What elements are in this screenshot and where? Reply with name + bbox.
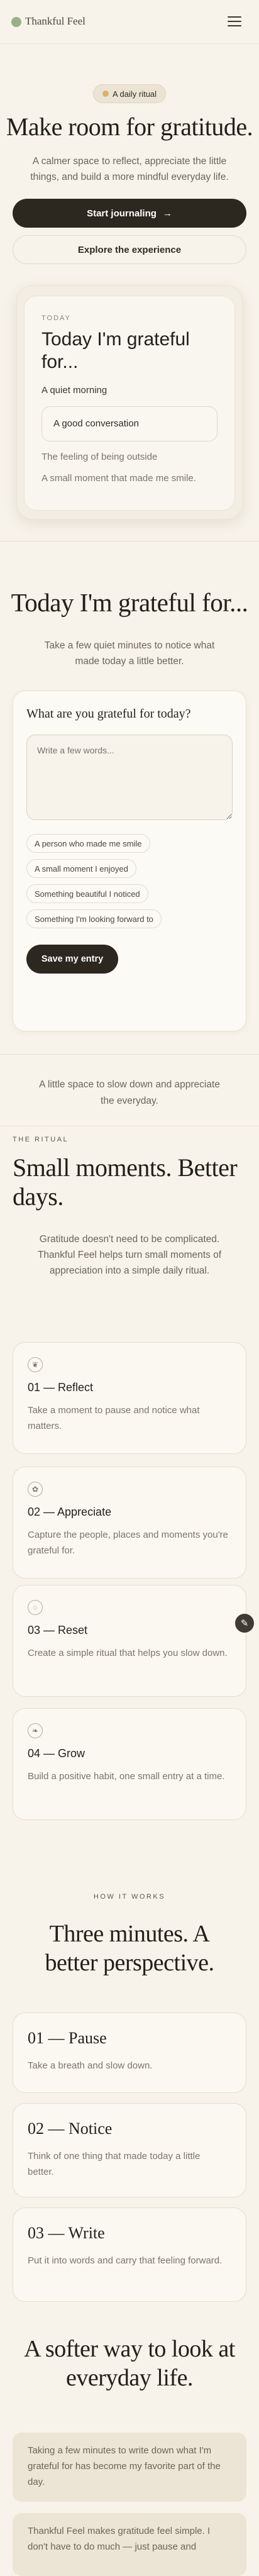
ritual-card-reset xyxy=(13,1585,246,1697)
how-eyebrow: HOW IT WORKS xyxy=(93,1893,166,1901)
start-journaling-label: Start journaling xyxy=(87,208,157,219)
start-journaling-button[interactable]: Start journaling → xyxy=(13,199,246,228)
daily-ritual-badge: A daily ritual xyxy=(93,84,166,103)
step-desc: Put it into words and carry that feeling… xyxy=(28,2255,223,2266)
ritual-card-desc: Capture the people, places and moments y… xyxy=(28,1530,228,1556)
explore-experience-button[interactable]: Explore the experience xyxy=(13,235,246,264)
ritual-title: Small moments. Better days. xyxy=(13,1153,238,1211)
step-desc: Think of one thing that made today a lit… xyxy=(28,2151,201,2177)
arrow-right-icon: → xyxy=(162,208,172,219)
logo-mark-icon xyxy=(11,17,21,27)
save-entry-button[interactable]: Save my entry xyxy=(26,945,118,974)
testimonial-quote: Thankful Feel makes gratitude feel simpl… xyxy=(13,2513,246,2576)
step-title: 02 — Notice xyxy=(28,2119,113,2138)
journal-question: What are you grateful for today? xyxy=(26,707,191,721)
ritual-card-reflect xyxy=(13,1342,246,1454)
leaf-grow-icon: ❧ xyxy=(28,1723,43,1738)
ritual-card-desc: Take a moment to pause and notice what m… xyxy=(28,1405,200,1431)
ritual-card-appreciate xyxy=(13,1467,246,1579)
preview-prompt-2: A good conversation xyxy=(41,406,218,441)
gratitude-textarea[interactable] xyxy=(26,735,233,820)
prompt-chip-person[interactable]: A person who made me smile xyxy=(26,834,150,853)
testimonial-quote: Taking a few minutes to write down what … xyxy=(13,2433,246,2502)
prompt-chip-beautiful[interactable]: Something beautiful I noticed xyxy=(26,884,148,903)
section-divider xyxy=(0,1054,259,1055)
hero-subtitle: A calmer space to reflect, appreciate th… xyxy=(30,156,229,182)
ritual-card-title: 04 — Grow xyxy=(28,1747,85,1760)
ritual-card-grow xyxy=(13,1708,246,1820)
hamburger-menu-icon[interactable] xyxy=(228,16,241,28)
badge-label: A daily ritual xyxy=(112,89,157,99)
ritual-subtitle: Gratitude doesn't need to be complicated… xyxy=(37,1234,222,1276)
step-desc: Take a breath and slow down. xyxy=(28,2060,153,2071)
edit-icon[interactable]: ✎ xyxy=(235,1614,254,1633)
slow-down-text: A little space to slow down and apprecia… xyxy=(39,1079,220,1106)
ritual-card-desc: Create a simple ritual that helps you sl… xyxy=(28,1648,228,1658)
sprout-icon: ✿ xyxy=(28,1482,43,1497)
ritual-card-desc: Build a positive habit, one small entry … xyxy=(28,1771,225,1782)
journal-title: Today I'm grateful for... xyxy=(11,588,248,617)
preview-prompt-1: A quiet morning xyxy=(41,385,107,396)
sun-dot-icon xyxy=(102,91,109,97)
preview-title: Today I'm grateful for... xyxy=(41,329,190,372)
prompt-chip-forward[interactable]: Something I'm looking forward to xyxy=(26,909,162,928)
circle-icon: ◌ xyxy=(28,1600,43,1615)
step-card-pause xyxy=(13,2012,246,2093)
ritual-eyebrow: THE RITUAL xyxy=(13,1136,69,1143)
ritual-card-title: 03 — Reset xyxy=(28,1624,88,1636)
logo-text[interactable]: Thankful Feel xyxy=(25,15,85,28)
preview-prompt-4: A small moment that made me smile. xyxy=(41,473,196,484)
testimonials-title: A softer way to look at everyday life. xyxy=(24,2336,235,2391)
preview-eyebrow: TODAY xyxy=(41,314,71,322)
step-title: 01 — Pause xyxy=(28,2029,107,2047)
prompt-chip-moment[interactable]: A small moment I enjoyed xyxy=(26,859,136,878)
step-title: 03 — Write xyxy=(28,2224,105,2242)
ritual-card-title: 02 — Appreciate xyxy=(28,1506,112,1518)
leaf-icon: ❦ xyxy=(28,1357,43,1372)
ritual-card-title: 01 — Reflect xyxy=(28,1381,94,1394)
preview-prompt-3: The feeling of being outside xyxy=(41,452,158,462)
how-title: Three minutes. A better perspective. xyxy=(45,1921,214,1976)
hero-title: Make room for gratitude. xyxy=(6,113,253,141)
journal-subtitle: Take a few quiet minutes to notice what … xyxy=(44,640,215,667)
